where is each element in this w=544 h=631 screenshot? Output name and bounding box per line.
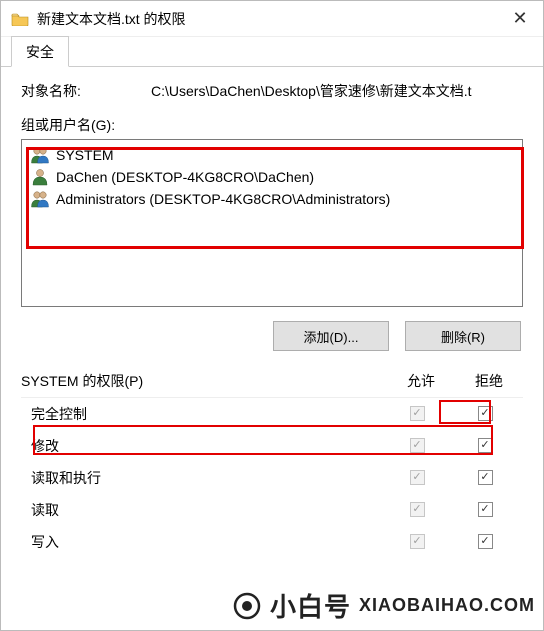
- button-row: 添加(D)... 删除(R): [21, 321, 521, 351]
- object-name-label: 对象名称:: [21, 81, 151, 101]
- watermark-icon: [232, 591, 262, 621]
- permission-row: 修改 ✓ ✓: [21, 430, 523, 462]
- check-icon: ✓: [412, 472, 421, 483]
- check-icon: ✓: [480, 408, 489, 419]
- folder-icon: [11, 12, 29, 26]
- dialog-window: 新建文本文档.txt 的权限 ✕ 安全 对象名称: C:\Users\DaChe…: [0, 0, 544, 631]
- tab-security[interactable]: 安全: [11, 36, 69, 67]
- check-icon: ✓: [480, 472, 489, 483]
- list-item-label: Administrators (DESKTOP-4KG8CRO\Administ…: [56, 191, 390, 207]
- deny-checkbox[interactable]: ✓: [478, 438, 493, 453]
- allow-checkbox: ✓: [410, 438, 425, 453]
- permission-row: 读取 ✓ ✓: [21, 494, 523, 526]
- list-item-label: SYSTEM: [56, 147, 114, 163]
- deny-checkbox[interactable]: ✓: [478, 534, 493, 549]
- content-area: 对象名称: C:\Users\DaChen\Desktop\管家速修\新建文本文…: [1, 67, 543, 558]
- check-icon: ✓: [480, 440, 489, 451]
- allow-checkbox: ✓: [410, 534, 425, 549]
- permission-name: 写入: [31, 532, 383, 552]
- deny-checkbox[interactable]: ✓: [478, 470, 493, 485]
- allow-checkbox: ✓: [410, 406, 425, 421]
- groups-users-label: 组或用户名(G):: [21, 115, 523, 135]
- check-icon: ✓: [480, 504, 489, 515]
- permission-name: 完全控制: [31, 404, 383, 424]
- check-icon: ✓: [412, 408, 421, 419]
- check-icon: ✓: [480, 536, 489, 547]
- permission-row: 完全控制 ✓ ✓: [21, 398, 523, 430]
- permissions-header-label: SYSTEM 的权限(P): [21, 371, 387, 391]
- permission-name: 修改: [31, 436, 383, 456]
- close-button[interactable]: ✕: [497, 1, 543, 37]
- object-name-row: 对象名称: C:\Users\DaChen\Desktop\管家速修\新建文本文…: [21, 81, 523, 101]
- permissions-list: 完全控制 ✓ ✓ 修改 ✓ ✓ 读取和执行 ✓ ✓ 读取 ✓ ✓ 写入 ✓ ✓: [21, 397, 523, 558]
- close-icon: ✕: [512, 8, 527, 29]
- add-button[interactable]: 添加(D)...: [273, 321, 389, 351]
- list-item[interactable]: DaChen (DESKTOP-4KG8CRO\DaChen): [28, 166, 516, 188]
- list-item[interactable]: Administrators (DESKTOP-4KG8CRO\Administ…: [28, 188, 516, 210]
- user-icon: [30, 168, 50, 186]
- list-item-label: DaChen (DESKTOP-4KG8CRO\DaChen): [56, 169, 314, 185]
- check-icon: ✓: [412, 504, 421, 515]
- deny-checkbox[interactable]: ✓: [478, 502, 493, 517]
- object-name-value: C:\Users\DaChen\Desktop\管家速修\新建文本文档.t: [151, 81, 523, 101]
- allow-column-header: 允许: [387, 371, 455, 391]
- deny-column-header: 拒绝: [455, 371, 523, 391]
- titlebar: 新建文本文档.txt 的权限 ✕: [1, 1, 543, 37]
- group-icon: [30, 146, 50, 164]
- deny-checkbox[interactable]: ✓: [478, 406, 493, 421]
- watermark: 小白号 XIAOBAIHAO.COM: [232, 587, 535, 624]
- group-icon: [30, 190, 50, 208]
- remove-button[interactable]: 删除(R): [405, 321, 521, 351]
- list-item[interactable]: SYSTEM: [28, 144, 516, 166]
- groups-users-listbox[interactable]: SYSTEM DaChen (DESKTOP-4KG8CRO\DaChen) Adm…: [21, 139, 523, 307]
- permission-name: 读取和执行: [31, 468, 383, 488]
- window-title: 新建文本文档.txt 的权限: [37, 9, 497, 29]
- watermark-text-1: 小白号: [270, 587, 351, 624]
- permission-row: 读取和执行 ✓ ✓: [21, 462, 523, 494]
- permission-name: 读取: [31, 500, 383, 520]
- watermark-text-2: XIAOBAIHAO.COM: [359, 595, 535, 616]
- permissions-header: SYSTEM 的权限(P) 允许 拒绝: [21, 371, 523, 391]
- tab-strip: 安全: [1, 37, 543, 67]
- permission-row: 写入 ✓ ✓: [21, 526, 523, 558]
- check-icon: ✓: [412, 440, 421, 451]
- allow-checkbox: ✓: [410, 470, 425, 485]
- allow-checkbox: ✓: [410, 502, 425, 517]
- check-icon: ✓: [412, 536, 421, 547]
